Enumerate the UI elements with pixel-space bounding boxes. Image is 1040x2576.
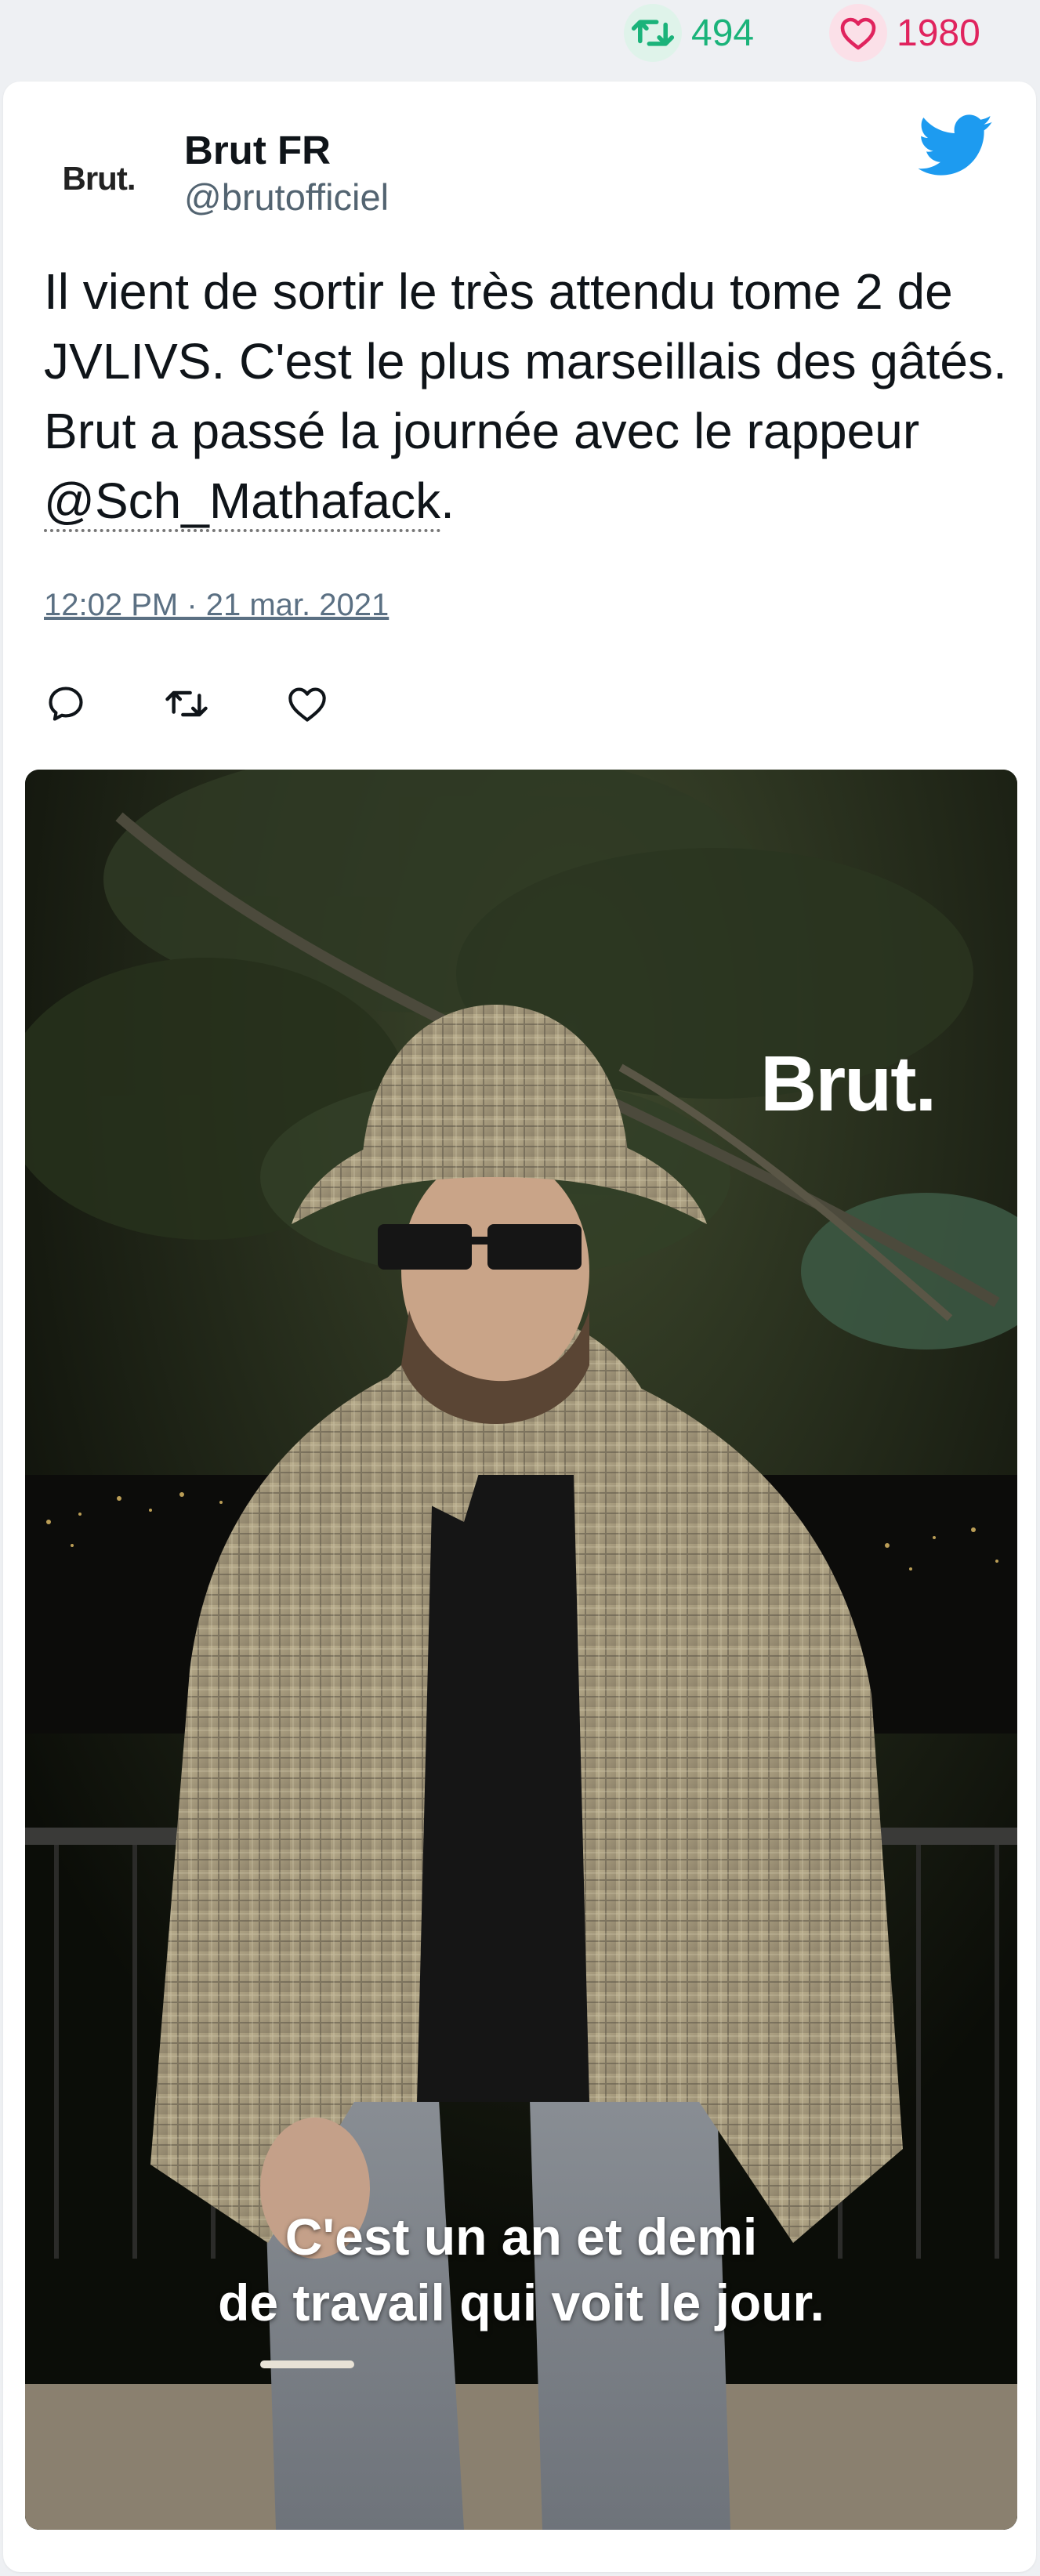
like-count[interactable]: 1980 — [829, 4, 980, 62]
tweet-text-end: . — [440, 473, 455, 529]
avatar[interactable]: Brut. — [44, 124, 154, 234]
video-caption-line-2: de travail qui voit le jour. — [218, 2273, 824, 2331]
retweet-count[interactable]: 494 — [624, 4, 755, 62]
heart-icon — [829, 4, 887, 62]
tweet-actions — [44, 682, 406, 726]
mention-link[interactable]: @Sch_Mathafack — [44, 473, 441, 532]
tweet-body: Il vient de sortir le très attendu tome … — [44, 257, 1008, 536]
retweet-count-value: 494 — [691, 12, 755, 54]
tweet-video[interactable]: Brut. C'est un an et demi de travail qui… — [25, 770, 1017, 2530]
engagement-stats-bar: 494 1980 — [0, 0, 1040, 69]
like-action-icon[interactable] — [285, 682, 329, 726]
avatar-logo-text: Brut. — [62, 160, 136, 197]
retweet-action-icon[interactable] — [165, 682, 208, 726]
timestamp-link[interactable]: 12:02 PM · 21 mar. 2021 — [44, 588, 389, 623]
display-name[interactable]: Brut FR — [184, 127, 331, 173]
like-count-value: 1980 — [897, 12, 980, 54]
video-caption-line-1: C'est un an et demi — [284, 2208, 758, 2266]
brut-watermark: Brut. — [760, 1040, 937, 1128]
tweet-text: Il vient de sortir le très attendu tome … — [44, 263, 1007, 459]
reply-icon[interactable] — [44, 682, 88, 726]
twitter-bird-icon[interactable] — [918, 114, 994, 181]
tweet-card: Brut. Brut FR @brutofficiel Il vient de … — [3, 82, 1036, 2572]
user-handle[interactable]: @brutofficiel — [184, 176, 389, 219]
retweet-icon — [624, 4, 682, 62]
